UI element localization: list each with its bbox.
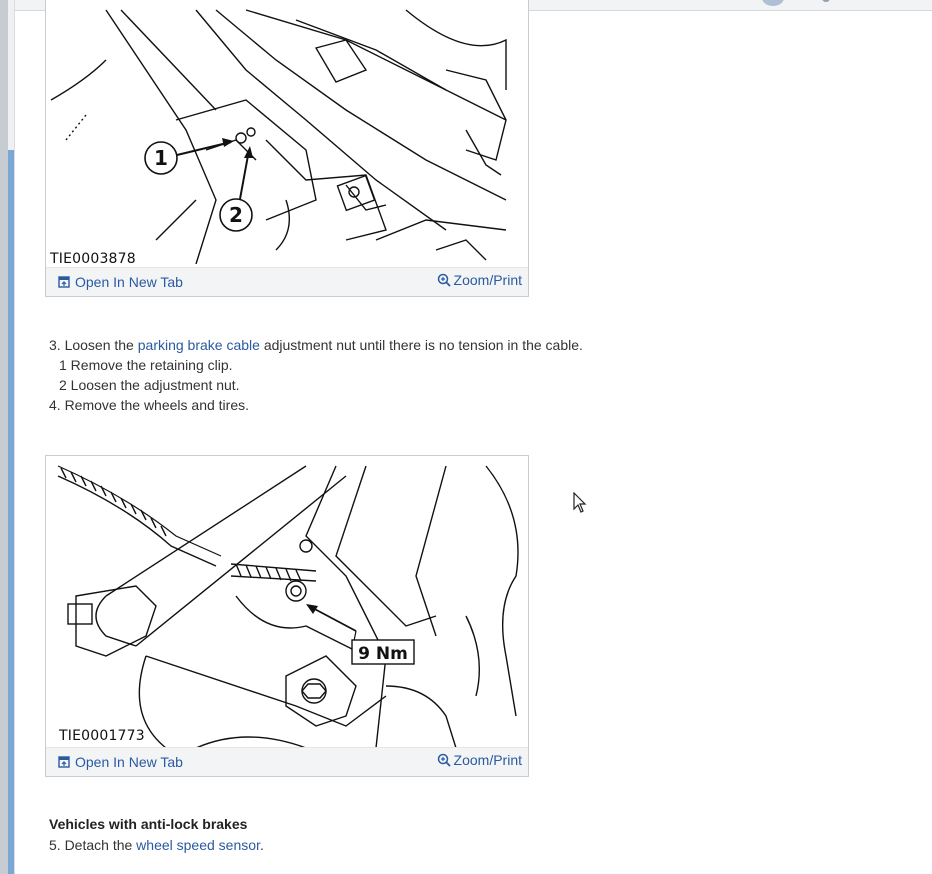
callout-1: 1 [144, 138, 234, 175]
mouse-cursor-icon [573, 492, 587, 513]
zoom-print-label: Zoom/Print [453, 752, 522, 768]
step-3: 3. Loosen the parking brake cable adjust… [49, 335, 583, 355]
step-5-text-start: 5. Detach the [49, 837, 137, 853]
zoom-print-link[interactable]: Zoom/Print [437, 752, 522, 768]
step-5-text-end: . [259, 837, 264, 853]
menu-icon[interactable] [822, 0, 830, 2]
figure-id-label: TIE0003878 [50, 251, 136, 267]
step-3-text-start: 3. Loosen the [49, 337, 138, 353]
zoom-print-link[interactable]: Zoom/Print [437, 272, 522, 288]
open-in-new-tab-link[interactable]: Open In New Tab [58, 274, 183, 290]
parking-brake-cable-link[interactable]: parking brake cable [138, 337, 260, 353]
figure-wheel-speed-sensor: 9 Nm TIE0001773 Open In New Tab Zoom/Pri… [45, 455, 529, 777]
profile-icon[interactable] [762, 0, 784, 6]
zoom-icon [437, 753, 451, 767]
open-new-tab-icon [58, 756, 70, 768]
diagram-parking-brake-adjuster: 1 2 [50, 9, 507, 264]
section-heading-abs: Vehicles with anti-lock brakes [49, 816, 248, 832]
step-3-substep-1: 1 Remove the retaining clip. [59, 357, 233, 373]
svg-text:1: 1 [154, 146, 168, 170]
zoom-print-label: Zoom/Print [453, 272, 522, 288]
open-in-new-tab-link[interactable]: Open In New Tab [58, 754, 183, 770]
figure-toolbar: Open In New Tab Zoom/Print [46, 267, 528, 296]
callout-2: 2 [219, 146, 253, 232]
step-3-substep-2: 2 Loosen the adjustment nut. [59, 377, 240, 393]
left-rail [0, 0, 8, 874]
svg-text:2: 2 [229, 203, 243, 227]
step-5: 5. Detach the wheel speed sensor. [49, 835, 264, 855]
diagram-brake-cable-bracket: 9 Nm [57, 465, 519, 748]
zoom-icon [437, 273, 451, 287]
procedure-steps-3-4: 3. Loosen the parking brake cable adjust… [49, 335, 583, 415]
open-in-new-tab-label: Open In New Tab [75, 274, 183, 290]
figure-toolbar: Open In New Tab Zoom/Print [46, 747, 528, 776]
left-accent-bar [8, 150, 14, 874]
step-4: 4. Remove the wheels and tires. [49, 397, 249, 413]
open-in-new-tab-label: Open In New Tab [75, 754, 183, 770]
figure-parking-brake-cable: 1 2 TIE0003878 Open In New Tab Zoom/Prin… [45, 0, 529, 297]
wheel-speed-sensor-link[interactable]: wheel speed sensor [136, 837, 260, 853]
procedure-step-5: Vehicles with anti-lock brakes 5. Detach… [49, 814, 264, 855]
svg-text:9 Nm: 9 Nm [358, 644, 408, 664]
figure-id-label: TIE0001773 [59, 728, 145, 744]
step-3-text-end: adjustment nut until there is no tension… [259, 337, 583, 353]
open-new-tab-icon [58, 276, 70, 288]
